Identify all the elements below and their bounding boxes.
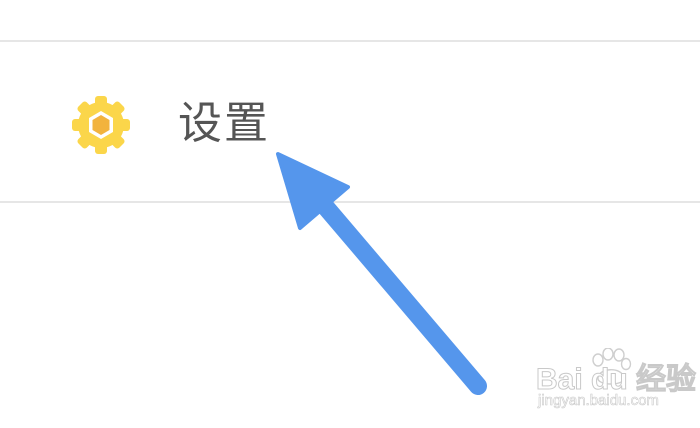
bottom-divider <box>0 201 700 203</box>
baidu-jingyan-watermark: Bai du 经验 jingyan.baidu.com <box>532 348 697 414</box>
settings-menu-item[interactable]: 设置 <box>0 42 700 201</box>
gear-icon <box>70 94 132 156</box>
settings-label: 设置 <box>178 98 270 149</box>
page: 设置 Bai du 经验 jingyan.baidu.com <box>0 0 700 428</box>
watermark-url: jingyan.baidu.com <box>538 392 660 410</box>
